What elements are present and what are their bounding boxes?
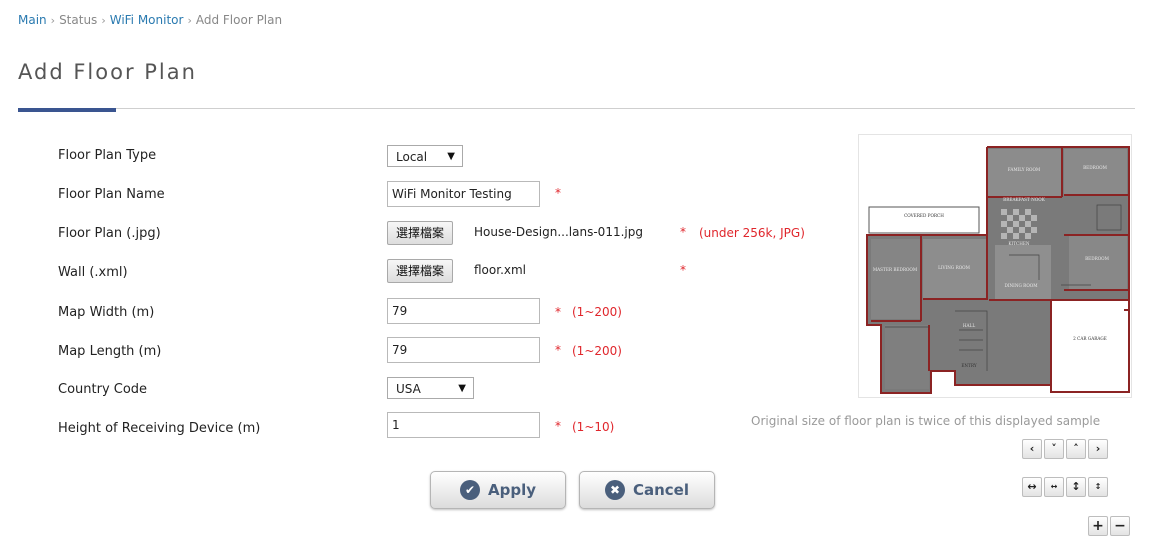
country-code-value: USA bbox=[396, 382, 421, 396]
cancel-label: Cancel bbox=[632, 481, 689, 499]
required-marker: * bbox=[555, 305, 561, 319]
stretch-width-button[interactable]: ↔ bbox=[1022, 477, 1042, 497]
check-circle-icon: ✔ bbox=[459, 480, 480, 500]
floor-plan-image: FAMILY ROOM BEDROOM BREAKFAST NOOK KITCH… bbox=[859, 135, 1131, 397]
chevron-left-icon: ‹ bbox=[1029, 442, 1035, 455]
room-label-covered-porch: COVERED PORCH bbox=[904, 213, 944, 218]
pan-up-button[interactable]: ˄ bbox=[1066, 439, 1086, 459]
page-title: Add Floor Plan bbox=[18, 60, 197, 84]
breadcrumb-separator: › bbox=[50, 14, 56, 27]
breadcrumb-main[interactable]: Main bbox=[18, 13, 47, 27]
pan-down-button[interactable]: ˅ bbox=[1044, 439, 1064, 459]
apply-button[interactable]: ✔ Apply bbox=[430, 471, 566, 509]
zoom-out-button[interactable]: − bbox=[1110, 516, 1130, 536]
required-marker: * bbox=[555, 419, 561, 433]
map-length-input[interactable]: 79 bbox=[387, 337, 540, 363]
arrows-vertical-small-icon: ↕ bbox=[1094, 482, 1102, 491]
pan-right-button[interactable]: › bbox=[1088, 439, 1108, 459]
arrows-vertical-icon: ↕ bbox=[1071, 480, 1081, 493]
required-marker: * bbox=[555, 343, 561, 357]
floor-plan-name-input[interactable]: WiFi Monitor Testing bbox=[387, 181, 540, 207]
chevron-down-icon: ˅ bbox=[1051, 442, 1057, 455]
floor-plan-caption: Original size of floor plan is twice of … bbox=[751, 414, 1101, 428]
room-label-family-room: FAMILY ROOM bbox=[1008, 167, 1041, 172]
required-marker: * bbox=[680, 225, 686, 239]
map-width-hint: (1~200) bbox=[572, 305, 622, 319]
room-label-garage: 2 CAR GARAGE bbox=[1073, 336, 1107, 341]
device-height-hint: (1~10) bbox=[572, 420, 615, 434]
floor-plan-type-value: Local bbox=[396, 150, 428, 164]
floor-plan-file-name: House-Design...lans-011.jpg bbox=[474, 225, 643, 239]
room-label-bedroom: BEDROOM bbox=[1083, 165, 1108, 170]
arrows-horizontal-small-icon: ↔ bbox=[1050, 482, 1058, 491]
minus-icon: − bbox=[1114, 518, 1126, 534]
room-label-kitchen: KITCHEN bbox=[1008, 241, 1029, 246]
room-label-living-room: LIVING ROOM bbox=[938, 265, 970, 270]
title-accent-bar bbox=[18, 108, 116, 112]
close-circle-icon: ✖ bbox=[604, 480, 625, 500]
room-label-dining-room: DINING ROOM bbox=[1005, 283, 1039, 288]
wall-xml-label: Wall (.xml) bbox=[58, 265, 128, 280]
room-label-bedroom-2: BEDROOM bbox=[1085, 256, 1110, 261]
floor-plan-type-label: Floor Plan Type bbox=[58, 148, 157, 163]
dropdown-arrow-icon: ▼ bbox=[447, 151, 455, 162]
floor-plan-file-button[interactable]: 選擇檔案 bbox=[387, 221, 454, 245]
floor-plan-preview: FAMILY ROOM BEDROOM BREAKFAST NOOK KITCH… bbox=[858, 134, 1132, 398]
breadcrumb-separator: › bbox=[187, 14, 192, 27]
map-length-label: Map Length (m) bbox=[58, 344, 162, 359]
room-label-hall: HALL bbox=[963, 323, 975, 328]
room-label-master-bedroom: MASTER BEDROOM bbox=[873, 267, 918, 272]
country-code-label: Country Code bbox=[58, 382, 148, 397]
apply-label: Apply bbox=[487, 481, 536, 499]
map-length-hint: (1~200) bbox=[572, 344, 622, 358]
device-height-input[interactable]: 1 bbox=[387, 412, 540, 438]
device-height-label: Height of Receiving Device (m) bbox=[58, 421, 261, 436]
required-marker: * bbox=[680, 263, 686, 277]
dropdown-arrow-icon: ▼ bbox=[458, 383, 466, 394]
pan-left-button[interactable]: ‹ bbox=[1022, 439, 1042, 459]
floor-plan-type-select[interactable]: Local ▼ bbox=[387, 145, 463, 167]
required-marker: * bbox=[555, 186, 561, 200]
title-divider bbox=[18, 108, 1135, 109]
room-label-entry: ENTRY bbox=[961, 363, 977, 368]
wall-file-name: floor.xml bbox=[474, 263, 527, 277]
breadcrumb-current: Add Floor Plan bbox=[195, 13, 283, 27]
wall-file-button[interactable]: 選擇檔案 bbox=[387, 259, 454, 283]
country-code-select[interactable]: USA ▼ bbox=[387, 377, 474, 399]
breadcrumb: Main › Status › WiFi Monitor › Add Floor Plan bbox=[18, 13, 282, 27]
zoom-in-button[interactable]: + bbox=[1088, 516, 1108, 536]
floor-plan-jpg-label: Floor Plan (.jpg) bbox=[58, 226, 161, 241]
map-width-input[interactable]: 79 bbox=[387, 298, 540, 324]
breadcrumb-status: Status bbox=[59, 13, 98, 27]
stretch-height-button[interactable]: ↕ bbox=[1066, 477, 1086, 497]
room-label-breakfast-nook: BREAKFAST NOOK bbox=[1003, 197, 1046, 202]
plus-icon: + bbox=[1092, 518, 1104, 534]
cancel-button[interactable]: ✖ Cancel bbox=[579, 471, 715, 509]
breadcrumb-wifi-monitor[interactable]: WiFi Monitor bbox=[110, 13, 184, 27]
shrink-width-button[interactable]: ↔ bbox=[1044, 477, 1064, 497]
floor-plan-jpg-hint: (under 256k, JPG) bbox=[699, 226, 805, 240]
floor-plan-name-label: Floor Plan Name bbox=[58, 187, 165, 202]
chevron-up-icon: ˄ bbox=[1073, 442, 1079, 455]
chevron-right-icon: › bbox=[1095, 442, 1101, 455]
arrows-horizontal-icon: ↔ bbox=[1027, 480, 1037, 493]
shrink-height-button[interactable]: ↕ bbox=[1088, 477, 1108, 497]
map-width-label: Map Width (m) bbox=[58, 305, 155, 320]
breadcrumb-separator: › bbox=[101, 14, 106, 27]
